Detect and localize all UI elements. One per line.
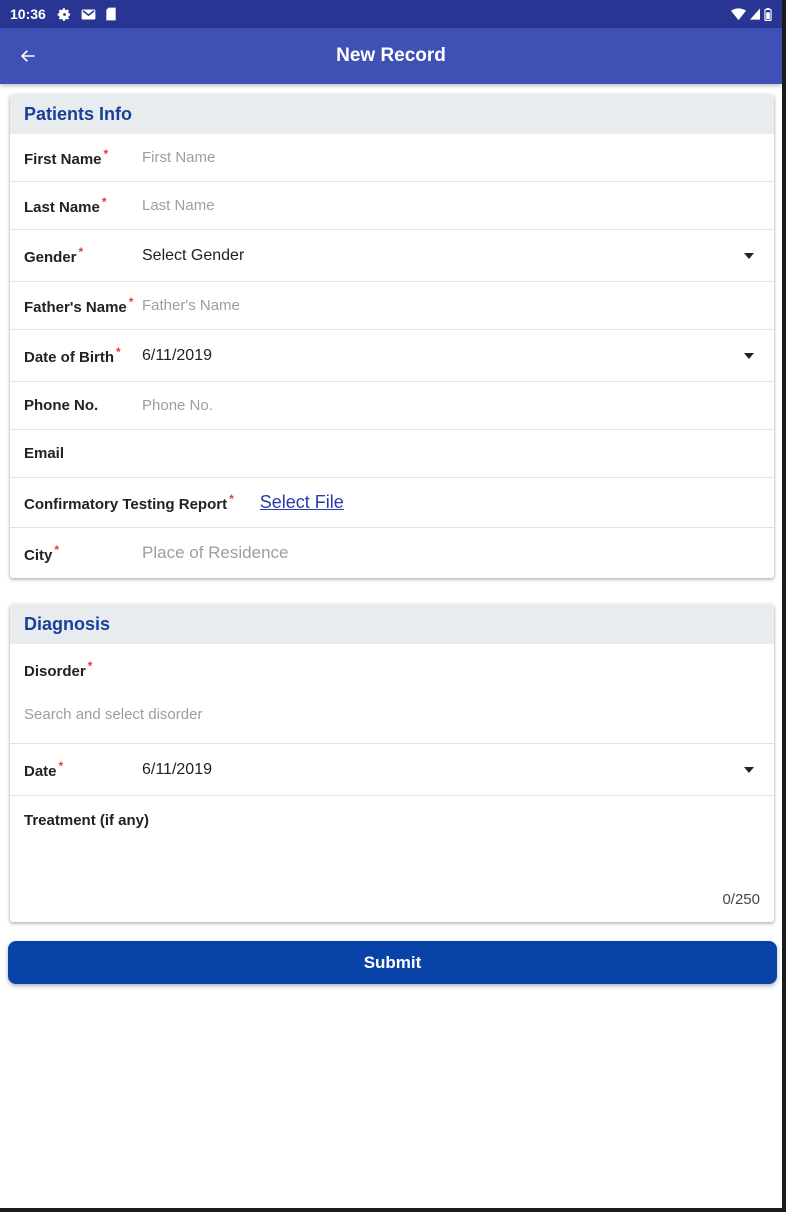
dob-label: Date of Birth * [24,345,121,366]
disorder-label: Disorder * [24,659,93,680]
page-title: New Record [336,45,446,66]
sd-card-icon [106,7,116,21]
disorder-row[interactable]: Disorder * Search and select disorder [10,644,774,744]
gender-select[interactable]: Select Gender [142,247,244,265]
disorder-search-input[interactable]: Search and select disorder [24,706,202,723]
treatment-textarea[interactable] [24,829,754,889]
battery-icon [764,7,772,21]
required-mark: * [58,759,64,773]
diagnosis-card: Diagnosis Disorder * Search and select di… [10,604,774,922]
required-mark: * [78,245,84,259]
required-mark: * [103,147,109,161]
email-field[interactable] [142,439,774,469]
email-row[interactable]: Email [10,430,774,478]
patients-info-header: Patients Info [10,94,774,134]
select-file-link[interactable]: Select File [260,492,344,513]
fathers-name-label: Father's Name * [24,295,134,316]
wifi-icon [731,7,746,20]
dob-picker[interactable]: 6/11/2019 [142,347,212,365]
last-name-field[interactable]: Last Name [142,197,215,214]
required-mark: * [116,345,121,359]
first-name-row[interactable]: First Name * First Name [10,134,774,182]
city-field[interactable]: Place of Residence [142,543,288,563]
dropdown-arrow-icon[interactable] [744,766,754,773]
status-time: 10:36 [10,6,46,22]
gmail-icon [81,9,96,19]
diagnosis-header: Diagnosis [10,604,774,644]
gender-label: Gender * [24,245,84,266]
back-button[interactable] [12,40,44,72]
phone-label: Phone No. [24,397,99,414]
first-name-label: First Name * [24,147,109,168]
submit-button[interactable]: Submit [8,941,777,984]
required-mark: * [229,492,234,506]
email-label: Email [24,445,65,462]
settings-icon [57,7,70,21]
patients-info-card: Patients Info First Name * First Name Las… [10,94,774,578]
treatment-row[interactable]: Treatment (if any) 0/250 [10,796,774,922]
fathers-name-row[interactable]: Father's Name * Father's Name [10,282,774,330]
diagnosis-date-row[interactable]: Date * 6/11/2019 [10,744,774,796]
city-row[interactable]: City * Place of Residence [10,528,774,578]
required-mark: * [54,542,60,557]
last-name-label: Last Name * [24,195,107,216]
character-counter: 0/250 [722,891,760,908]
diagnosis-date-label: Date * [24,759,64,780]
phone-row[interactable]: Phone No. Phone No. [10,382,774,430]
required-mark: * [128,295,134,309]
status-bar: 10:36 [0,0,782,28]
report-row: Confirmatory Testing Report * Select File [10,478,774,528]
treatment-label: Treatment (if any) [24,812,150,829]
screen: 10:36 New Record Patients Info First Nam… [0,0,782,1208]
diagnosis-date-picker[interactable]: 6/11/2019 [142,761,212,779]
phone-field[interactable]: Phone No. [142,397,213,414]
dropdown-arrow-icon[interactable] [744,252,754,259]
gender-row[interactable]: Gender * Select Gender [10,230,774,282]
arrow-back-icon [20,50,35,62]
first-name-field[interactable]: First Name [142,149,215,166]
cell-signal-icon [750,8,760,20]
required-mark: * [87,659,93,673]
last-name-row[interactable]: Last Name * Last Name [10,182,774,230]
report-label: Confirmatory Testing Report * [24,492,234,513]
fathers-name-field[interactable]: Father's Name [142,297,240,314]
app-bar: New Record [0,28,782,84]
dob-row[interactable]: Date of Birth * 6/11/2019 [10,330,774,382]
dropdown-arrow-icon[interactable] [744,352,754,359]
required-mark: * [101,195,107,209]
city-label: City * [24,542,60,564]
